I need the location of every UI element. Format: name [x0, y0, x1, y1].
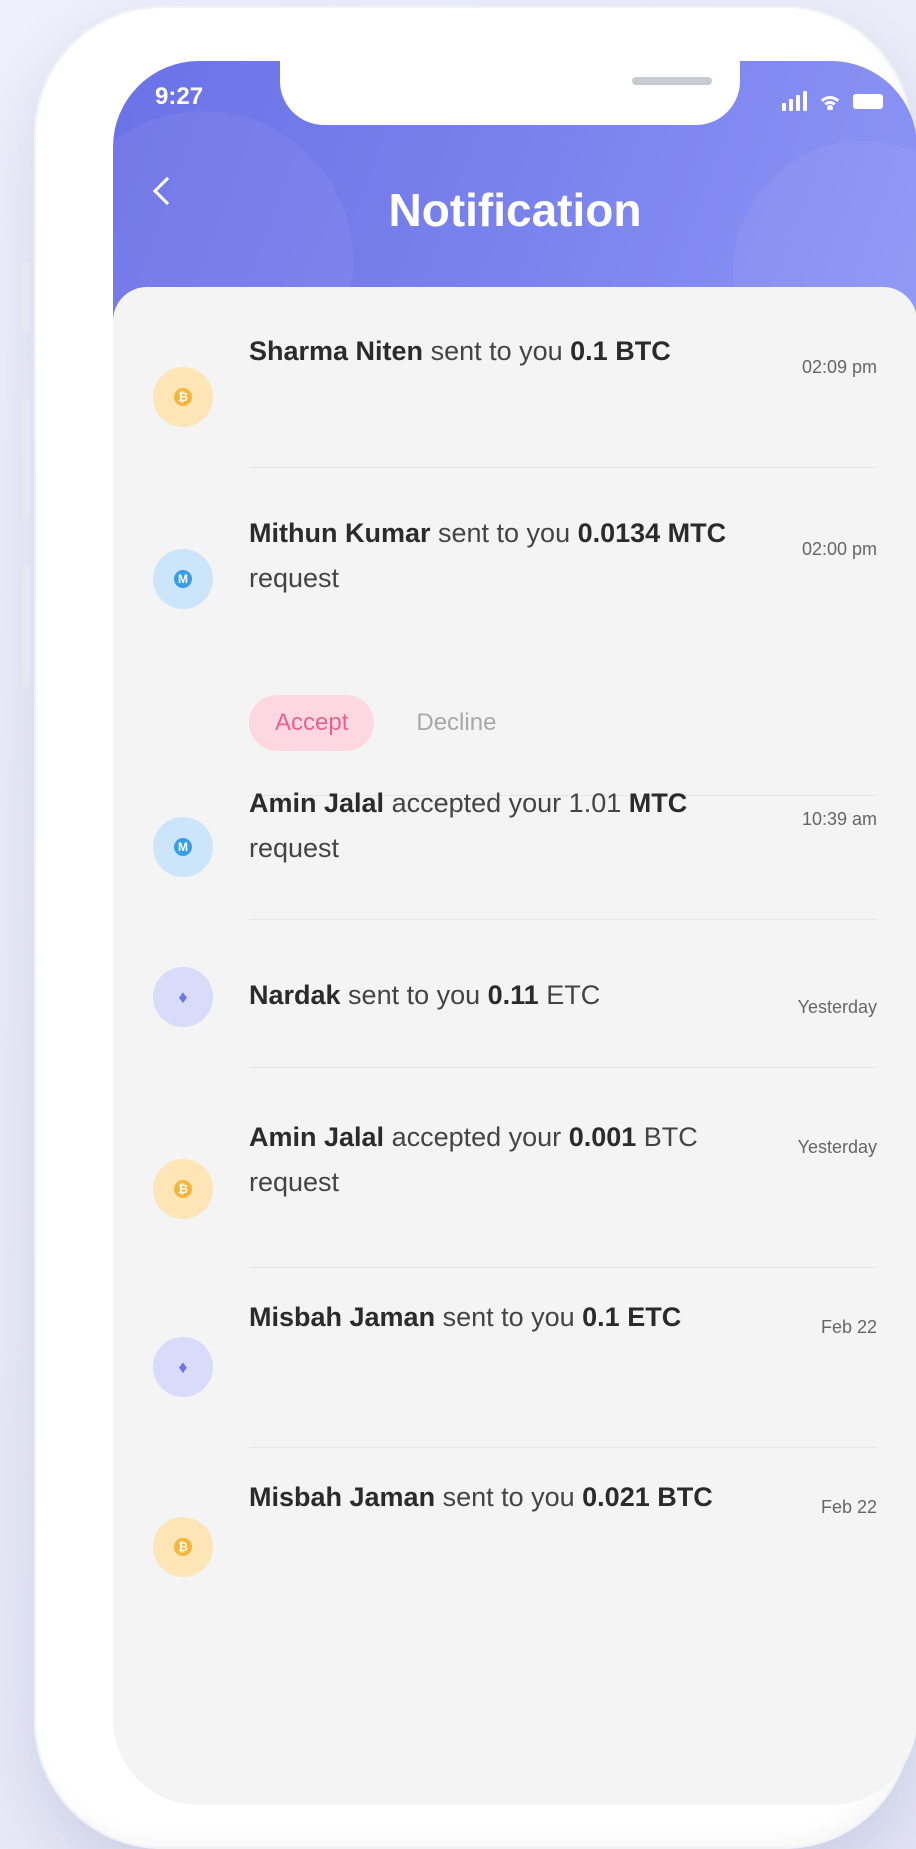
- notification-text: Amin Jalal accepted your 0.001 BTC reque…: [249, 1122, 698, 1197]
- notch: [280, 61, 740, 125]
- timestamp: Feb 22: [820, 1317, 877, 1337]
- notification-list: ₿ Sharma Niten sent to you 0.1 BTC 02:09…: [113, 287, 916, 1805]
- divider: [249, 467, 877, 468]
- eth-coin-icon: ♦: [153, 1337, 213, 1397]
- btc-coin-icon: ₿: [153, 1159, 213, 1219]
- wifi-icon: [819, 92, 841, 110]
- accept-button[interactable]: Accept: [249, 695, 375, 751]
- timestamp: Yesterday: [797, 1137, 877, 1157]
- btc-coin-icon: ₿: [153, 1517, 213, 1577]
- timestamp: 02:09 pm: [801, 357, 877, 377]
- speaker-grille: [632, 77, 712, 85]
- screen: 9:27 Notification ₿ Sharma Niten sent to…: [113, 61, 916, 1805]
- divider: [249, 1267, 877, 1268]
- divider: [249, 1067, 877, 1068]
- status-icons: [782, 91, 883, 111]
- header: 9:27 Notification: [113, 61, 916, 321]
- divider: [249, 919, 877, 920]
- timestamp: 10:39 am: [801, 809, 877, 829]
- mtc-coin-icon: M: [153, 817, 213, 877]
- notification-text: Misbah Jaman sent to you 0.1 ETC: [249, 1302, 682, 1332]
- status-time: 9:27: [155, 83, 204, 110]
- signal-icon: [782, 91, 807, 111]
- request-actions: Accept Decline: [249, 695, 496, 751]
- timestamp: Feb 22: [820, 1497, 877, 1517]
- phone-frame: 9:27 Notification ₿ Sharma Niten sent to…: [22, 6, 916, 1849]
- mtc-coin-icon: M: [153, 549, 213, 609]
- btc-coin-icon: ₿: [153, 367, 213, 427]
- notification-text: Mithun Kumar sent to you 0.0134 MTC requ…: [249, 518, 727, 593]
- page-title: Notification: [388, 184, 642, 236]
- battery-icon: [853, 93, 883, 109]
- decline-button[interactable]: Decline: [416, 709, 496, 737]
- divider: [249, 1447, 877, 1448]
- eth-coin-icon: ♦: [153, 967, 213, 1027]
- volume-down-button: [22, 566, 30, 686]
- notification-text: Nardak sent to you 0.11 ETC: [249, 980, 601, 1010]
- timestamp: Yesterday: [797, 997, 877, 1017]
- volume-up-button: [22, 398, 30, 518]
- silent-switch: [22, 262, 30, 332]
- notification-text: Misbah Jaman sent to you 0.021 BTC: [249, 1482, 713, 1512]
- timestamp: 02:00 pm: [801, 539, 877, 559]
- notification-text: Sharma Niten sent to you 0.1 BTC: [249, 336, 671, 366]
- notification-text: Amin Jalal accepted your 1.01 MTC reques…: [249, 788, 688, 863]
